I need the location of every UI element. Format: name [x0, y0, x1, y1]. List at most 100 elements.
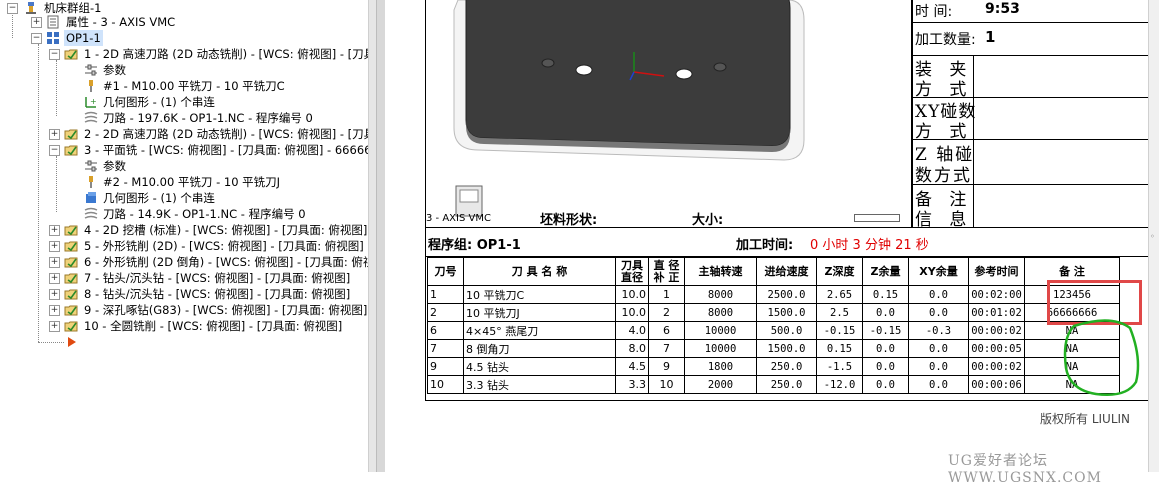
tree-item-op1[interactable]: − 1 - 2D 高速刀路 (2D 动态铣削) - [WCS: 俯视图] - [… — [0, 46, 368, 62]
tree-item-label: 刀路 - 197.6K - OP1-1.NC - 程序编号 0 — [103, 111, 313, 125]
cell-spindle-speed: 2000 — [684, 375, 757, 394]
cell-tool-number: 6 — [427, 321, 464, 340]
cell-tool-diameter: 4.5 — [615, 357, 649, 376]
expand-icon[interactable]: + — [49, 257, 60, 268]
expand-icon[interactable]: + — [31, 17, 42, 28]
table-row: 78 倒角刀 8.0 7 10000 1500.0 0.15 0.0 0.0 00:00:05 N… — [427, 339, 1120, 358]
collapse-icon[interactable]: − — [7, 3, 18, 14]
tree-item-op7[interactable]: + 7 - 钻头/沉头钻 - [WCS: 俯视图] - [刀具面: 俯视图] — [0, 270, 366, 286]
expand-icon[interactable]: + — [49, 129, 60, 140]
cell-feed-rate: 2500.0 — [756, 285, 817, 304]
tree-item-op8[interactable]: + 8 - 钻头/沉头钻 - [WCS: 俯视图] - [刀具面: 俯视图] — [0, 286, 366, 302]
clamping-cell: 装 夹 方 式 — [912, 55, 1149, 100]
tree-item-label: 9 - 深孔啄钻(G83) - [WCS: 俯视图] - [刀具面: 俯视图] — [84, 303, 368, 317]
tree-item-properties[interactable]: + 属性 - 3 - AXIS VMC — [0, 14, 360, 30]
operation-folder-icon — [64, 305, 78, 316]
cell-z-stock: -0.15 — [862, 321, 909, 340]
table-row: 1 10 平铣刀C 10.0 1 8000 2500.0 2.65 0.15 0.0 00:02:… — [427, 285, 1120, 304]
table-row: 10 3.3 钻头 3.3 10 2000 250.0 -12.0 0.0 0.0 00:00:0… — [427, 375, 1120, 394]
cell-tool-name: 3.3 钻头 — [463, 375, 616, 394]
insert-arrow-icon[interactable] — [66, 336, 78, 348]
size-label: 大小: — [692, 213, 724, 228]
tree-item-label: OP1-1 — [64, 30, 103, 46]
tree-item-op1-tool[interactable]: #1 - M10.00 平铣刀 - 10 平铣刀C — [0, 78, 360, 94]
toolpath-icon — [84, 207, 98, 219]
cell-ref-time: 00:00:05 — [968, 339, 1025, 358]
tree-item-op1-parameters[interactable]: 参数 — [0, 62, 360, 78]
tree-item-op5[interactable]: + 5 - 外形铣削 (2D) - [WCS: 俯视图] - [刀具面: 俯视图… — [0, 238, 366, 254]
tree-item-op1-toolpath[interactable]: 刀路 - 197.6K - OP1-1.NC - 程序编号 0 — [0, 110, 360, 126]
cell-xy-stock: -0.3 — [908, 321, 969, 340]
cell-ref-time: 00:02:00 — [968, 285, 1025, 304]
watermark: UG爱好者论坛 WWW.UGSNX.COM — [948, 453, 1102, 486]
tree-item-op6[interactable]: + 6 - 外形铣削 (2D 倒角) - [WCS: 俯视图] - [刀具面: … — [0, 254, 368, 270]
col-header-ref-time: 参考时间 — [968, 257, 1025, 286]
operation-folder-icon — [64, 49, 78, 60]
cell-xy-stock: 0.0 — [908, 375, 969, 394]
operation-folder-icon — [64, 289, 78, 300]
collapse-icon[interactable]: − — [31, 33, 42, 44]
cell-spindle-speed: 8000 — [684, 303, 757, 322]
tree-item-label: #2 - M10.00 平铣刀 - 10 平铣刀J — [103, 175, 281, 189]
cell-z-stock: 0.15 — [862, 285, 909, 304]
time-label: 时 间: — [915, 4, 953, 20]
cell-z-stock: 0.0 — [862, 303, 909, 322]
tree-item-toolpath-group[interactable]: − OP1-1 — [0, 30, 360, 46]
collapse-icon[interactable]: − — [49, 145, 60, 156]
cell-z-depth: -1.5 — [816, 357, 863, 376]
tree-item-op3-toolpath[interactable]: 刀路 - 14.9K - OP1-1.NC - 程序编号 0 — [0, 206, 360, 222]
cell-diameter-comp: 1 — [648, 285, 685, 304]
expand-icon[interactable]: + — [49, 273, 60, 284]
expand-icon[interactable]: + — [49, 225, 60, 236]
tree-item-op9[interactable]: + 9 - 深孔啄钻(G83) - [WCS: 俯视图] - [刀具面: 俯视图… — [0, 302, 368, 318]
machine-label: 3 - AXIS VMC — [426, 213, 491, 224]
expand-icon[interactable]: + — [49, 321, 60, 332]
cell-spindle-speed: 1800 — [684, 357, 757, 376]
parameters-icon — [85, 64, 97, 76]
table-row: 9 4.5 钻头 4.5 9 1800 250.0 -1.5 0.0 0.0 00:00:02 NA — [427, 357, 1120, 376]
expand-icon[interactable]: + — [49, 241, 60, 252]
tree-item-label: 5 - 外形铣削 (2D) - [WCS: 俯视图] - [刀具面: 俯视图] — [84, 239, 364, 253]
expand-icon[interactable]: + — [49, 305, 60, 316]
z-probe-label-line2: 数方式 — [915, 166, 972, 186]
copyright-text: 版权所有 LIULIN — [1040, 412, 1131, 426]
operations-tree[interactable]: − 机床群组-1 + 属性 - 3 - AXIS VMC − OP1-1 − 1… — [0, 0, 368, 472]
tree-item-label: 几何图形 - (1) 个串连 — [103, 191, 215, 205]
operation-folder-icon — [64, 321, 78, 332]
operation-folder-icon — [64, 241, 78, 252]
operation-folder-icon — [64, 145, 78, 156]
machining-time-value: 0 小时 3 分钟 21 秒 — [810, 238, 929, 253]
tree-item-label: 10 - 全圆铣削 - [WCS: 俯视图] - [刀具面: 俯视图] — [84, 319, 343, 333]
cell-feed-rate: 250.0 — [756, 357, 817, 376]
geometry-icon: + — [85, 97, 97, 108]
cell-tool-diameter: 4.0 — [615, 321, 649, 340]
tree-item-op3-geometry[interactable]: 几何图形 - (1) 个串连 — [0, 190, 360, 206]
tool-list-table: 刀号 刀 具 名 称 刀具直径 直 径补 正 主轴转速 进给速度 Z深度 Z余量… — [427, 257, 1120, 394]
expand-icon[interactable]: + — [49, 289, 60, 300]
sheet-margin — [385, 0, 425, 472]
collapse-icon[interactable]: − — [49, 49, 60, 60]
cell-xy-stock: 0.0 — [908, 357, 969, 376]
cell-xy-stock: 0.0 — [908, 339, 969, 358]
cell-xy-stock: 0.0 — [908, 285, 969, 304]
cell-tool-diameter: 8.0 — [615, 339, 649, 358]
tree-item-label: #1 - M10.00 平铣刀 - 10 平铣刀C — [103, 79, 285, 93]
cell-tool-diameter: 10.0 — [615, 285, 649, 304]
tree-item-op4[interactable]: + 4 - 2D 挖槽 (标准) - [WCS: 俯视图] - [刀具面: 俯视… — [0, 222, 367, 238]
cell-tool-number: 10 — [427, 375, 464, 394]
operation-folder-icon — [64, 225, 78, 236]
part-model-image — [453, 0, 805, 217]
svg-text:+: + — [90, 97, 97, 106]
tree-item-op3[interactable]: − 3 - 平面铣 - [WCS: 俯视图] - [刀具面: 俯视图] - 66… — [0, 142, 368, 158]
tree-item-op2[interactable]: + 2 - 2D 高速刀路 (2D 动态铣削) - [WCS: 俯视图] - [… — [0, 126, 368, 142]
tree-item-label: 3 - 平面铣 - [WCS: 俯视图] - [刀具面: 俯视图] - 6666… — [84, 143, 368, 157]
tree-item-label: 2 - 2D 高速刀路 (2D 动态铣削) - [WCS: 俯视图] - [刀具… — [84, 127, 368, 141]
tree-item-op3-tool[interactable]: #2 - M10.00 平铣刀 - 10 平铣刀J — [0, 174, 360, 190]
tree-item-op1-geometry[interactable]: + 几何图形 - (1) 个串连 — [0, 94, 360, 110]
col-header-z-depth: Z深度 — [816, 257, 863, 286]
tree-item-op3-parameters[interactable]: 参数 — [0, 158, 360, 174]
program-group: 程序组: OP1-1 — [428, 238, 521, 253]
tool-icon — [89, 80, 93, 92]
tree-item-op10[interactable]: + 10 - 全圆铣削 - [WCS: 俯视图] - [刀具面: 俯视图] — [0, 318, 366, 334]
tree-guide — [38, 342, 64, 343]
